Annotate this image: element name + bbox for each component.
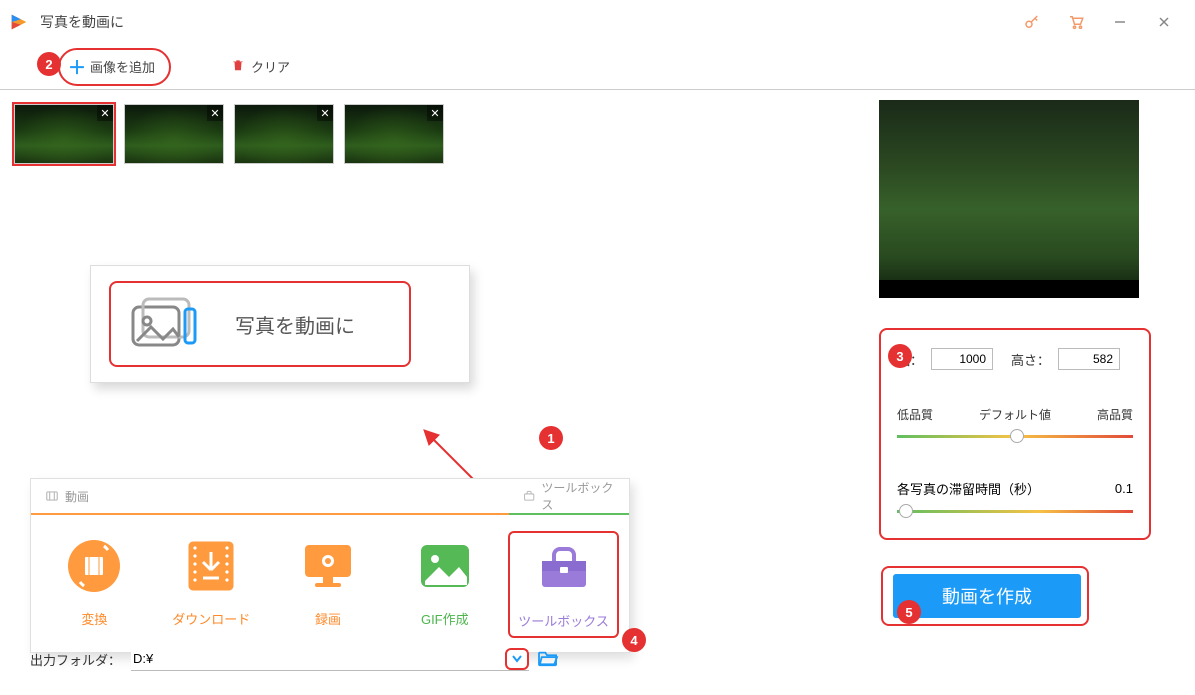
photo-stack-icon (129, 297, 199, 351)
toolbar: ＋ 画像を追加 クリア (0, 44, 1195, 90)
thumbnail[interactable]: ✕ (14, 104, 114, 164)
photo-to-video-label: 写真を動画に (235, 310, 355, 339)
annotation-badge-2: 2 (37, 52, 61, 76)
open-folder-icon[interactable] (537, 649, 559, 670)
tool-convert[interactable]: 変換 (41, 531, 148, 638)
toolbox-icon (532, 539, 596, 597)
thumb-close-icon[interactable]: ✕ (317, 105, 333, 121)
thumb-close-icon[interactable]: ✕ (427, 105, 443, 121)
photo-to-video-item[interactable]: 写真を動画に (109, 281, 411, 367)
tool-gif-label: GIF作成 (421, 609, 469, 628)
tab-toolbox-label: ツールボックス (541, 479, 615, 513)
duration-label: 各写真の滞留時間（秒） (897, 479, 1040, 498)
gif-icon (413, 537, 477, 595)
app-logo-icon (8, 11, 30, 33)
quality-slider[interactable] (897, 429, 1133, 443)
thumbnail-strip: ✕ ✕ ✕ ✕ (14, 104, 865, 164)
tab-toolbox[interactable]: ツールボックス (509, 479, 629, 513)
tab-video[interactable]: 動画 (31, 479, 509, 513)
thumb-close-icon[interactable]: ✕ (97, 105, 113, 121)
right-pane: 幅： 高さ： 低品質 デフォルト値 高品質 各写真の滞留時間（秒） 0.1 (879, 90, 1195, 695)
clear-button[interactable]: クリア (231, 57, 290, 76)
annotation-badge-5: 5 (897, 600, 921, 624)
annotation-badge-1: 1 (539, 426, 563, 450)
duration-slider[interactable] (897, 504, 1133, 518)
annotation-badge-4: 4 (622, 628, 646, 652)
title-bar: 写真を動画に (0, 0, 1195, 44)
add-image-label: 画像を追加 (90, 57, 155, 76)
left-pane: ✕ ✕ ✕ ✕ 写真を動画に (0, 90, 879, 695)
output-folder-label: 出力フォルダ： (30, 650, 121, 669)
quality-high-label: 高品質 (1097, 406, 1133, 423)
tools-panel: 動画 ツールボックス 変換 ダウンロード 録画 (30, 478, 630, 653)
quality-default-label: デフォルト値 (979, 406, 1051, 423)
tool-gif[interactable]: GIF作成 (391, 531, 498, 638)
width-input[interactable] (931, 348, 993, 370)
output-folder-input[interactable] (131, 647, 529, 671)
record-icon (296, 537, 360, 595)
convert-icon (62, 537, 126, 595)
minimize-icon[interactable] (1111, 13, 1129, 31)
tool-record[interactable]: 録画 (275, 531, 382, 638)
add-image-button[interactable]: ＋ 画像を追加 (58, 48, 171, 86)
thumbnail[interactable]: ✕ (344, 104, 444, 164)
height-input[interactable] (1058, 348, 1120, 370)
key-icon[interactable] (1023, 13, 1041, 31)
close-icon[interactable] (1155, 13, 1173, 31)
output-folder-row: 出力フォルダ： (30, 647, 559, 671)
duration-slider-knob[interactable] (899, 504, 913, 518)
annotation-badge-3: 3 (888, 344, 912, 368)
trash-icon (231, 58, 245, 75)
output-folder-dropdown[interactable] (505, 648, 529, 670)
photo-to-video-popup: 写真を動画に (90, 265, 470, 383)
settings-panel: 幅： 高さ： 低品質 デフォルト値 高品質 各写真の滞留時間（秒） 0.1 (879, 328, 1151, 540)
tool-download[interactable]: ダウンロード (158, 531, 265, 638)
window-title: 写真を動画に (40, 12, 1023, 32)
tool-convert-label: 変換 (81, 609, 107, 628)
tool-record-label: 録画 (315, 609, 341, 628)
create-video-button[interactable]: 動画を作成 (893, 574, 1081, 618)
duration-value: 0.1 (1115, 481, 1133, 496)
video-preview (879, 100, 1139, 298)
tool-toolbox[interactable]: ツールボックス (508, 531, 619, 638)
plus-icon: ＋ (68, 54, 86, 80)
quality-low-label: 低品質 (897, 406, 933, 423)
window-controls (1023, 13, 1187, 31)
tab-video-label: 動画 (65, 488, 89, 505)
height-label: 高さ： (1011, 350, 1050, 369)
thumbnail[interactable]: ✕ (234, 104, 334, 164)
quality-slider-knob[interactable] (1010, 429, 1024, 443)
clear-label: クリア (251, 57, 290, 76)
tool-toolbox-label: ツールボックス (518, 611, 609, 630)
thumbnail[interactable]: ✕ (124, 104, 224, 164)
download-icon (179, 537, 243, 595)
cart-icon[interactable] (1067, 13, 1085, 31)
thumb-close-icon[interactable]: ✕ (207, 105, 223, 121)
tool-download-label: ダウンロード (172, 609, 250, 628)
